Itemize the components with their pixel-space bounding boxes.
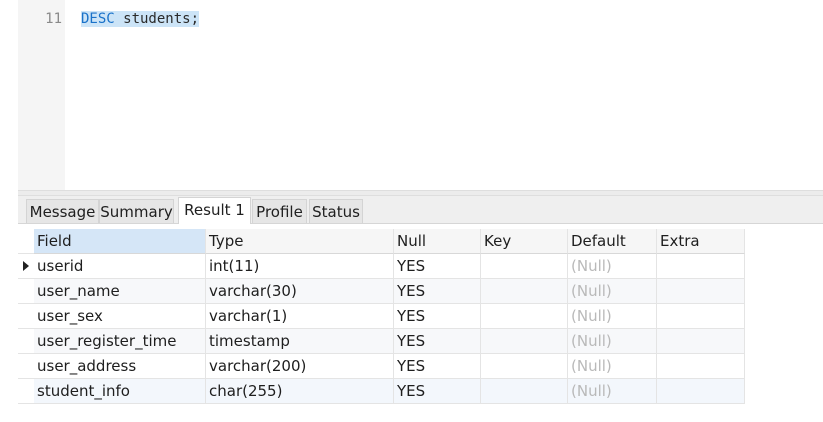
cell-key[interactable] <box>481 254 568 279</box>
column-header-extra[interactable]: Extra <box>657 229 745 254</box>
sql-keyword: DESC <box>81 11 115 27</box>
cell-extra[interactable] <box>657 329 745 354</box>
cell-type[interactable]: varchar(30) <box>206 279 394 304</box>
cell-extra[interactable] <box>657 254 745 279</box>
cell-field[interactable]: user_address <box>34 354 206 379</box>
tab-profile[interactable]: Profile <box>252 199 307 223</box>
table-row[interactable]: user_register_time timestamp YES (Null) <box>18 329 745 354</box>
column-header-field[interactable]: Field <box>34 229 206 254</box>
cell-extra[interactable] <box>657 354 745 379</box>
cell-field[interactable]: user_register_time <box>34 329 206 354</box>
tab-message[interactable]: Message <box>26 199 99 223</box>
cell-key[interactable] <box>481 279 568 304</box>
cell-default[interactable]: (Null) <box>568 254 657 279</box>
table-row[interactable]: user_name varchar(30) YES (Null) <box>18 279 745 304</box>
result-tabs: Message Summary Result 1 Profile Status <box>18 196 823 224</box>
cell-extra[interactable] <box>657 379 745 404</box>
cell-field[interactable]: user_sex <box>34 304 206 329</box>
cell-default[interactable]: (Null) <box>568 304 657 329</box>
current-row-icon <box>23 261 29 271</box>
cell-null[interactable]: YES <box>394 379 481 404</box>
row-indicator <box>18 254 34 279</box>
table-row[interactable]: student_info char(255) YES (Null) <box>18 379 745 404</box>
cell-null[interactable]: YES <box>394 279 481 304</box>
row-indicator <box>18 329 34 354</box>
cell-null[interactable]: YES <box>394 254 481 279</box>
line-number: 11 <box>45 11 62 27</box>
cell-extra[interactable] <box>657 279 745 304</box>
row-indicator <box>18 379 34 404</box>
column-header-null[interactable]: Null <box>394 229 481 254</box>
line-number: 10 <box>18 0 62 4</box>
column-header-type[interactable]: Type <box>206 229 394 254</box>
column-header-key[interactable]: Key <box>481 229 568 254</box>
tab-summary[interactable]: Summary <box>99 199 174 223</box>
cell-default[interactable]: (Null) <box>568 279 657 304</box>
tab-status[interactable]: Status <box>309 199 363 223</box>
cell-field[interactable]: student_info <box>34 379 206 404</box>
cell-null[interactable]: YES <box>394 304 481 329</box>
row-indicator <box>18 304 34 329</box>
cell-default[interactable]: (Null) <box>568 379 657 404</box>
cell-type[interactable]: char(255) <box>206 379 394 404</box>
line-number-gutter: 10 11 <box>18 0 65 190</box>
cell-type[interactable]: varchar(1) <box>206 304 394 329</box>
sql-text: students; <box>114 11 200 27</box>
grid-header-row: Field Type Null Key Default Extra <box>18 229 745 254</box>
cell-type[interactable]: int(11) <box>206 254 394 279</box>
cell-extra[interactable] <box>657 304 745 329</box>
table-row[interactable]: user_sex varchar(1) YES (Null) <box>18 304 745 329</box>
table-row[interactable]: user_address varchar(200) YES (Null) <box>18 354 745 379</box>
row-indicator-header <box>18 229 34 254</box>
cell-default[interactable]: (Null) <box>568 354 657 379</box>
cell-field[interactable]: userid <box>34 254 206 279</box>
row-indicator <box>18 279 34 304</box>
cell-key[interactable] <box>481 379 568 404</box>
cell-null[interactable]: YES <box>394 354 481 379</box>
cell-key[interactable] <box>481 304 568 329</box>
cell-field[interactable]: user_name <box>34 279 206 304</box>
table-row[interactable]: userid int(11) YES (Null) <box>18 254 745 279</box>
cell-type[interactable]: timestamp <box>206 329 394 354</box>
cell-key[interactable] <box>481 354 568 379</box>
cell-default[interactable]: (Null) <box>568 329 657 354</box>
cell-type[interactable]: varchar(200) <box>206 354 394 379</box>
tab-result-1[interactable]: Result 1 <box>178 197 251 224</box>
result-panel: Message Summary Result 1 Profile Status … <box>18 196 823 422</box>
column-header-default[interactable]: Default <box>568 229 657 254</box>
cell-key[interactable] <box>481 329 568 354</box>
cell-null[interactable]: YES <box>394 329 481 354</box>
row-indicator <box>18 354 34 379</box>
code-line[interactable]: DESC students; <box>81 11 200 27</box>
sql-editor[interactable]: 10 11 DESC students; <box>18 0 823 190</box>
